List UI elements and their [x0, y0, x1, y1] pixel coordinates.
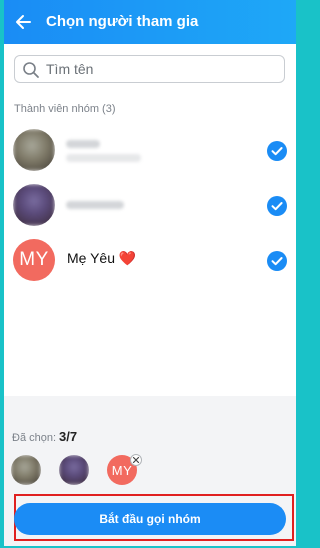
checkbox-checked-icon[interactable] — [267, 196, 287, 216]
checkbox-checked-icon[interactable] — [267, 251, 287, 271]
redacted-subtitle — [66, 154, 141, 162]
avatar — [13, 129, 55, 171]
heart-emoji: ❤️ — [118, 250, 137, 266]
member-row[interactable] — [4, 122, 296, 178]
selected-avatar[interactable] — [11, 455, 41, 485]
search-icon — [22, 61, 40, 79]
search-box[interactable] — [14, 55, 285, 83]
search-input[interactable] — [46, 59, 274, 79]
checkbox-checked-icon[interactable] — [267, 141, 287, 161]
start-group-call-button[interactable]: Bắt đầu gọi nhóm — [14, 503, 286, 535]
selected-avatar[interactable] — [59, 455, 89, 485]
top-bar: Chọn người tham gia — [4, 0, 296, 44]
redacted-name — [66, 140, 100, 148]
app-frame: Chọn người tham gia Thành viên nhóm (3) … — [4, 0, 296, 546]
member-name-text: Mẹ Yêu — [67, 250, 115, 266]
avatar: MY — [13, 239, 55, 281]
avatar — [13, 184, 55, 226]
section-label: Thành viên nhóm (3) — [14, 103, 116, 115]
member-name: Mẹ Yêu ❤️ — [67, 250, 136, 267]
selected-count: 3/7 — [59, 429, 78, 444]
redacted-name — [66, 201, 124, 209]
selected-label-text: Đã chọn: — [12, 432, 57, 444]
member-row[interactable] — [4, 177, 296, 233]
page-title: Chọn người tham gia — [46, 13, 199, 30]
back-arrow-icon[interactable] — [10, 8, 38, 36]
member-row[interactable]: MY Mẹ Yêu ❤️ — [4, 232, 296, 288]
remove-icon[interactable] — [130, 454, 142, 466]
selected-count-label: Đã chọn: 3/7 — [12, 429, 77, 444]
